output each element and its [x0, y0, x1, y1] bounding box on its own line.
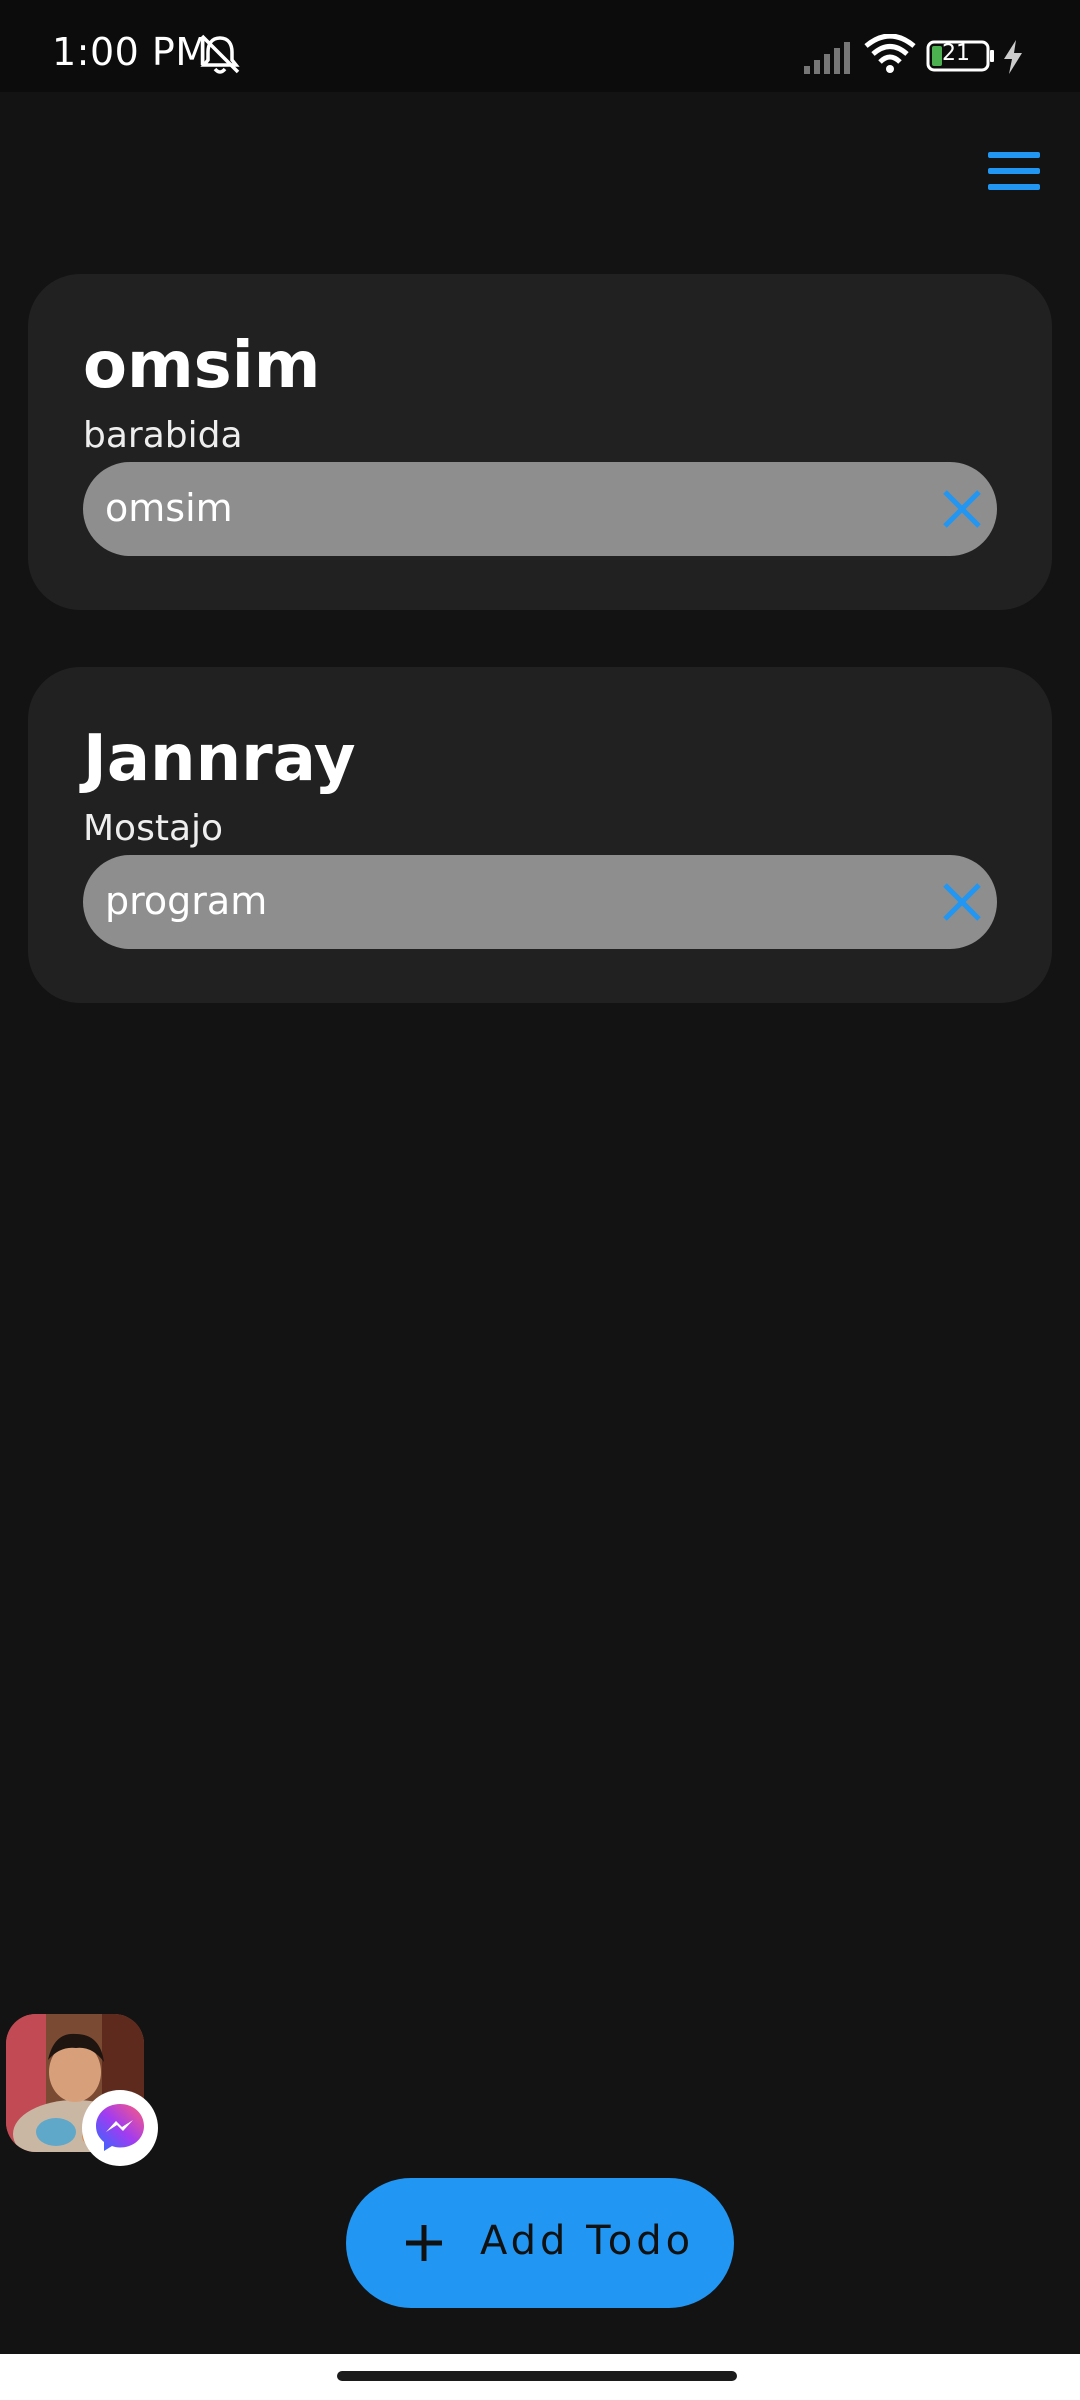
system-nav-bar — [0, 2354, 1080, 2400]
charging-bolt-icon — [1004, 40, 1022, 74]
app-screen: 1:00 PM 21 omsim barabida omsim Jannray … — [0, 0, 1080, 2400]
todo-card: Jannray Mostajo program — [28, 667, 1052, 1003]
close-icon[interactable] — [937, 484, 987, 534]
todo-subtitle: barabida — [83, 415, 243, 456]
status-bar: 1:00 PM 21 — [0, 0, 1080, 92]
wifi-icon — [864, 34, 916, 73]
todo-title: omsim — [83, 329, 321, 403]
add-todo-label: Add Todo — [480, 2218, 695, 2264]
todo-title: Jannray — [83, 722, 356, 796]
todo-task-pill: program — [83, 855, 997, 949]
home-gesture-handle[interactable] — [337, 2371, 737, 2381]
todo-task-text: program — [105, 879, 268, 923]
close-icon[interactable] — [937, 877, 987, 927]
todo-subtitle: Mostajo — [83, 808, 224, 849]
add-todo-button[interactable]: Add Todo — [346, 2178, 734, 2308]
messenger-icon — [82, 2090, 158, 2166]
signal-icon — [804, 42, 850, 74]
todo-task-pill: omsim — [83, 462, 997, 556]
mute-bell-icon — [200, 34, 240, 74]
status-time: 1:00 PM — [52, 30, 209, 74]
todo-card: omsim barabida omsim — [28, 274, 1052, 610]
plus-icon — [406, 2225, 442, 2261]
todo-task-text: omsim — [105, 486, 233, 530]
hamburger-menu-icon[interactable] — [984, 148, 1044, 196]
battery-level: 21 — [942, 41, 970, 66]
